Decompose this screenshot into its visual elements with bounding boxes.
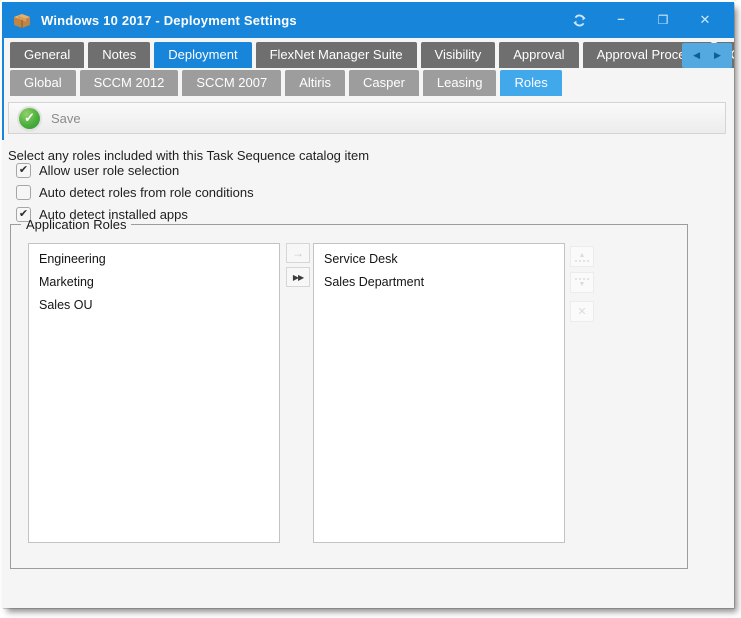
instruction-text: Select any roles included with this Task… xyxy=(8,148,369,163)
save-check-icon: ✓ xyxy=(19,108,40,129)
save-button-label: Save xyxy=(51,111,81,126)
assigned-roles-listbox[interactable]: Service Desk Sales Department xyxy=(313,243,565,543)
window-title: Windows 10 2017 - Deployment Settings xyxy=(41,13,297,28)
list-item[interactable]: Service Desk xyxy=(314,244,564,267)
tab-scroll-control: ◀ ▶ xyxy=(682,43,732,68)
tab-leasing[interactable]: Leasing xyxy=(423,70,497,96)
tab-sccm-2012[interactable]: SCCM 2012 xyxy=(80,70,179,96)
move-all-right-button[interactable]: ▶▶ xyxy=(286,267,310,287)
arrow-up-icon: ▲ xyxy=(579,252,586,259)
move-down-button[interactable]: ▼ xyxy=(570,272,594,293)
remove-role-button[interactable]: ✕ xyxy=(570,301,594,322)
maximize-icon[interactable]: ❒ xyxy=(654,11,672,29)
tab-sccm-2007[interactable]: SCCM 2007 xyxy=(182,70,281,96)
titlebar-buttons: – ❒ ✕ xyxy=(570,11,724,29)
tab-casper[interactable]: Casper xyxy=(349,70,419,96)
tab-general[interactable]: General xyxy=(10,42,84,68)
deployment-settings-window: Windows 10 2017 - Deployment Settings – … xyxy=(2,2,734,608)
double-arrow-right-icon: ▶▶ xyxy=(293,273,303,282)
tab-notes[interactable]: Notes xyxy=(88,42,150,68)
secondary-tab-row: Global SCCM 2012 SCCM 2007 Altiris Caspe… xyxy=(2,70,734,96)
tab-roles[interactable]: Roles xyxy=(500,70,561,96)
move-right-button[interactable]: → xyxy=(286,243,310,263)
titlebar[interactable]: Windows 10 2017 - Deployment Settings – … xyxy=(2,2,734,38)
arrow-right-icon: → xyxy=(292,246,304,260)
package-icon xyxy=(12,11,32,29)
list-item[interactable]: Sales Department xyxy=(314,267,564,290)
tab-approval[interactable]: Approval xyxy=(499,42,578,68)
arrow-down-icon: ▼ xyxy=(579,281,586,288)
list-item[interactable]: Marketing xyxy=(29,267,279,290)
refresh-icon[interactable] xyxy=(570,11,588,29)
checkbox-label: Auto detect roles from role conditions xyxy=(39,185,254,200)
dotted-line xyxy=(575,260,589,262)
tab-global[interactable]: Global xyxy=(10,70,76,96)
primary-tab-row: General Notes Deployment FlexNet Manager… xyxy=(2,42,734,68)
list-item[interactable]: Sales OU xyxy=(29,290,279,313)
list-item[interactable]: Engineering xyxy=(29,244,279,267)
tab-scroll-left-icon[interactable]: ◀ xyxy=(693,50,700,61)
close-icon[interactable]: ✕ xyxy=(696,11,714,29)
checkbox-icon[interactable]: ✔ xyxy=(16,163,31,178)
checkbox-auto-detect-roles-from-role-conditions[interactable]: Auto detect roles from role conditions xyxy=(16,185,254,200)
tab-altiris[interactable]: Altiris xyxy=(285,70,345,96)
application-roles-legend: Application Roles xyxy=(21,217,131,232)
minimize-icon[interactable]: – xyxy=(612,9,630,27)
checkbox-allow-user-role-selection[interactable]: ✔ Allow user role selection xyxy=(16,163,179,178)
checkbox-label: Allow user role selection xyxy=(39,163,179,178)
tab-scroll-right-icon[interactable]: ▶ xyxy=(714,50,721,61)
available-roles-listbox[interactable]: Engineering Marketing Sales OU xyxy=(28,243,280,543)
screenshot-stage: Windows 10 2017 - Deployment Settings – … xyxy=(0,0,741,618)
toolbar: ✓ Save xyxy=(8,102,726,134)
dotted-line xyxy=(575,278,589,280)
tab-deployment[interactable]: Deployment xyxy=(154,42,251,68)
move-up-button[interactable]: ▲ xyxy=(570,246,594,267)
tab-flexnet-manager-suite[interactable]: FlexNet Manager Suite xyxy=(256,42,417,68)
x-icon: ✕ xyxy=(577,305,586,318)
checkbox-icon[interactable] xyxy=(16,185,31,200)
tab-visibility[interactable]: Visibility xyxy=(421,42,496,68)
save-button[interactable]: ✓ Save xyxy=(17,106,89,131)
